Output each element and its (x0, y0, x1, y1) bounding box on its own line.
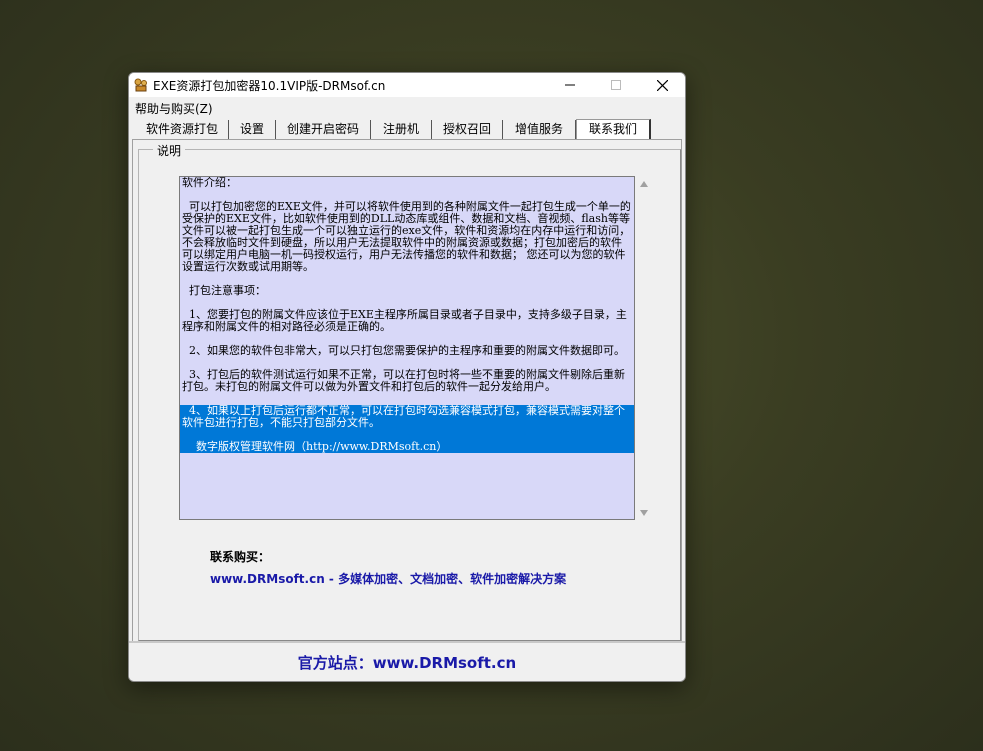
memo-note-2: 2、如果您的软件包非常大，可以只打包您需要保护的主程序和重要的附属文件数据即可。 (182, 344, 625, 357)
close-icon (656, 79, 668, 91)
contact-purchase-label: 联系购买： (210, 550, 271, 564)
maximize-button[interactable] (593, 73, 639, 97)
minimize-icon (565, 84, 575, 86)
app-window: EXE资源打包加密器10.1VIP版-DRMsof.cn 帮助与购买(Z) 软件… (128, 72, 686, 682)
memo-note-4: 4、如果以上打包后运行都不正常，可以在打包时勾选兼容模式打包，兼容模式需要对整个… (180, 405, 634, 429)
description-group: 说明 软件介绍： 可以打包加密您的EXE文件，并可以将软件使用到的各种附属文件一… (138, 142, 681, 641)
title-bar[interactable]: EXE资源打包加密器10.1VIP版-DRMsof.cn (129, 73, 685, 97)
tab-value-added[interactable]: 增值服务 (503, 120, 576, 139)
memo-footer-line: 数字版权管理软件网（http://www.DRMsoft.cn） (180, 441, 634, 453)
contact-tab-panel: 说明 软件介绍： 可以打包加密您的EXE文件，并可以将软件使用到的各种附属文件一… (132, 139, 682, 643)
group-title: 说明 (153, 142, 186, 159)
official-site-link[interactable]: 官方站点：www.DRMsoft.cn (129, 652, 685, 673)
minimize-button[interactable] (547, 73, 593, 97)
tab-contact-us[interactable]: 联系我们 (576, 119, 651, 141)
footer-bar: 官方站点：www.DRMsoft.cn (129, 641, 685, 681)
scroll-up-arrow-icon[interactable] (639, 179, 649, 189)
tab-license-recall[interactable]: 授权召回 (432, 120, 503, 139)
window-title: EXE资源打包加密器10.1VIP版-DRMsof.cn (153, 79, 386, 93)
contact-purchase-link[interactable]: www.DRMsoft.cn - 多媒体加密、文档加密、软件加密解决方案 (210, 570, 566, 587)
tab-resource-pack[interactable]: 软件资源打包 (136, 120, 229, 139)
scroll-down-arrow-icon[interactable] (639, 508, 649, 518)
memo-note-3: 3、打包后的软件测试运行如果不正常，可以在打包时将一些不重要的附属文件剔除后重新… (182, 368, 625, 393)
tab-settings[interactable]: 设置 (229, 120, 276, 139)
memo-heading: 软件介绍： (182, 176, 237, 189)
menu-help-purchase[interactable]: 帮助与购买(Z) (135, 100, 213, 117)
close-button[interactable] (639, 73, 685, 97)
maximize-icon (611, 80, 621, 90)
tab-keygen[interactable]: 注册机 (371, 120, 432, 139)
menu-bar: 帮助与购买(Z) (129, 97, 685, 119)
tab-strip: 软件资源打包 设置 创建开启密码 注册机 授权召回 增值服务 联系我们 (133, 119, 681, 141)
memo-note-1: 1、您要打包的附属文件应该位于EXE主程序所属目录或者子目录中，支持多级子目录，… (182, 308, 627, 333)
tab-create-password[interactable]: 创建开启密码 (276, 120, 371, 139)
description-textarea[interactable]: 软件介绍： 可以打包加密您的EXE文件，并可以将软件使用到的各种附属文件一起打包… (179, 176, 635, 520)
memo-intro: 可以打包加密您的EXE文件，并可以将软件使用到的各种附属文件一起打包生成一个单一… (182, 200, 631, 273)
memo-notes-heading: 打包注意事项： (182, 284, 266, 297)
app-icon (134, 78, 147, 92)
